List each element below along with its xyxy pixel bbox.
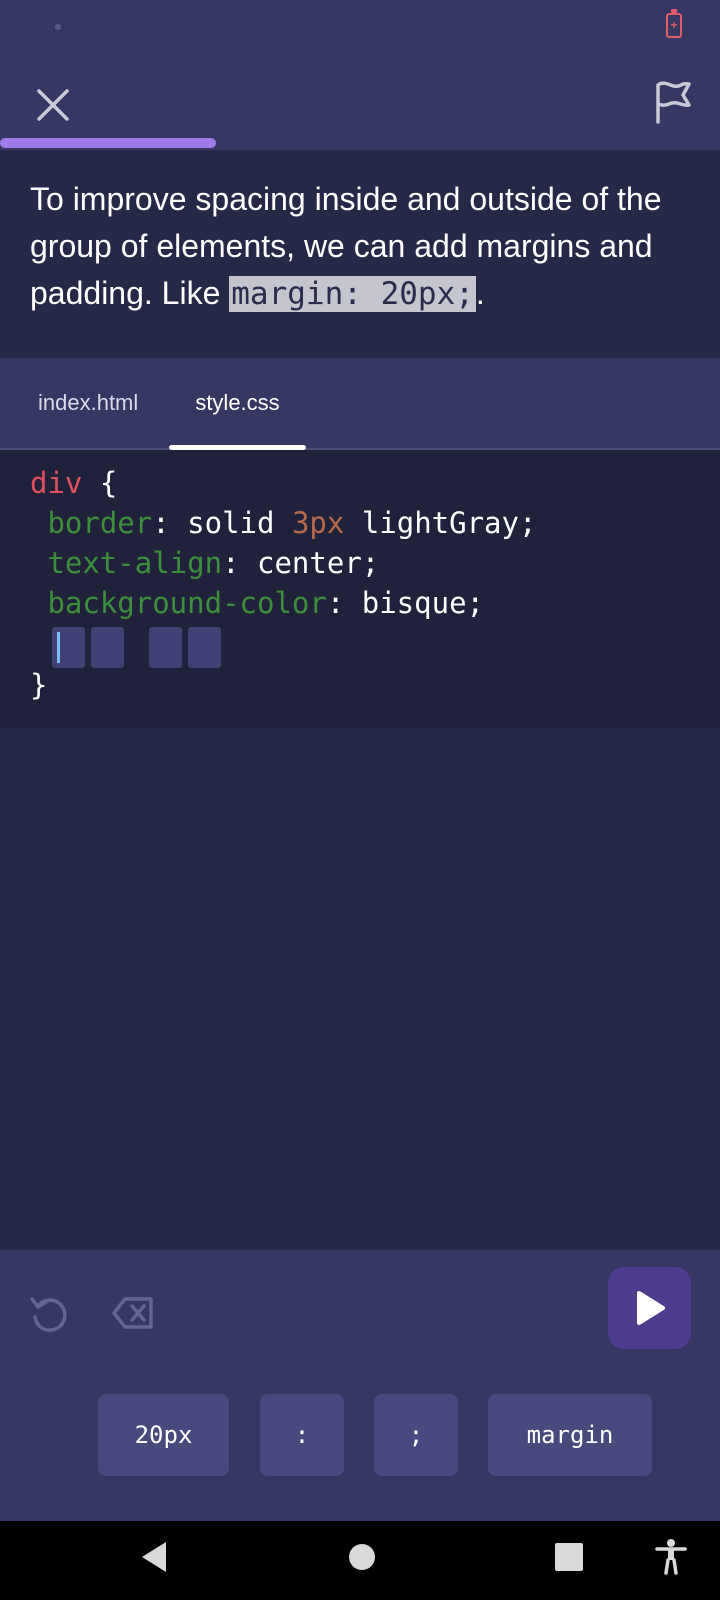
code-editor: div { border: solid 3px lightGray; text-… [0, 450, 720, 728]
answer-slot-2[interactable] [91, 627, 124, 668]
code-line-background: background-color: bisque; [30, 583, 484, 623]
flag-icon [656, 81, 691, 124]
back-icon [142, 1542, 166, 1572]
code-line-text-align: text-align: center; [30, 543, 379, 583]
notification-dot [55, 24, 61, 30]
report-button[interactable] [645, 74, 701, 130]
erase-icon [112, 1297, 153, 1329]
lesson-progress-bar [0, 138, 216, 148]
code-open-brace: { [99, 466, 118, 500]
code-close-brace: } [30, 668, 48, 702]
lesson-panel: To improve spacing inside and outside of… [0, 150, 720, 358]
reset-button[interactable] [26, 1290, 72, 1336]
answer-chip-20px[interactable]: 20px [98, 1394, 229, 1476]
code-value-bisque: bisque; [361, 586, 484, 620]
lesson-text: To improve spacing inside and outside of… [30, 176, 700, 318]
code-colon: : [222, 546, 240, 580]
code-line-selector: div { [30, 463, 117, 503]
code-line-close: } [30, 665, 47, 705]
answer-slot-1[interactable] [52, 627, 85, 668]
play-icon [636, 1291, 665, 1325]
code-property-background-color: background-color [47, 586, 327, 620]
system-navigation-bar [0, 1521, 720, 1600]
code-property-text-align: text-align [47, 546, 223, 580]
answer-slot-4[interactable] [188, 627, 221, 668]
tab-style-css[interactable]: style.css [169, 358, 306, 450]
run-button[interactable] [608, 1267, 691, 1349]
nav-accessibility-button[interactable] [651, 1535, 691, 1579]
close-button[interactable] [26, 78, 80, 132]
code-property-border: border [47, 506, 153, 540]
code-value-center: center; [257, 546, 380, 580]
code-value-color: lightGray; [361, 506, 537, 540]
nav-home-button[interactable] [340, 1535, 384, 1579]
text-cursor [57, 632, 60, 663]
answer-chip-margin[interactable]: margin [488, 1394, 652, 1476]
code-value-number: 3px [291, 506, 345, 540]
nav-recent-button[interactable] [549, 1535, 589, 1579]
home-icon [349, 1544, 375, 1570]
accessibility-icon [655, 1539, 687, 1575]
code-colon: : [152, 506, 170, 540]
recent-apps-icon [555, 1543, 583, 1571]
code-line-border: border: solid 3px lightGray; [30, 503, 536, 543]
close-icon [37, 89, 69, 121]
code-value-solid: solid [187, 506, 275, 540]
answer-controls: 20px : ; margin [0, 1250, 720, 1521]
status-bar: + [0, 0, 720, 60]
answer-chip-semicolon[interactable]: ; [374, 1394, 458, 1476]
nav-back-button[interactable] [132, 1535, 176, 1579]
reset-icon [30, 1297, 67, 1332]
code-colon: : [326, 586, 345, 620]
file-tabs: index.html style.css [0, 358, 720, 450]
answer-slot-3[interactable] [149, 627, 182, 668]
code-selector: div [30, 466, 83, 500]
answer-chip-colon[interactable]: : [260, 1394, 344, 1476]
inline-code-example: margin: 20px; [229, 276, 476, 312]
erase-button[interactable] [110, 1290, 156, 1336]
tab-index-html[interactable]: index.html [38, 358, 138, 448]
battery-icon: + [666, 9, 682, 38]
lesson-text-end: . [475, 275, 485, 311]
